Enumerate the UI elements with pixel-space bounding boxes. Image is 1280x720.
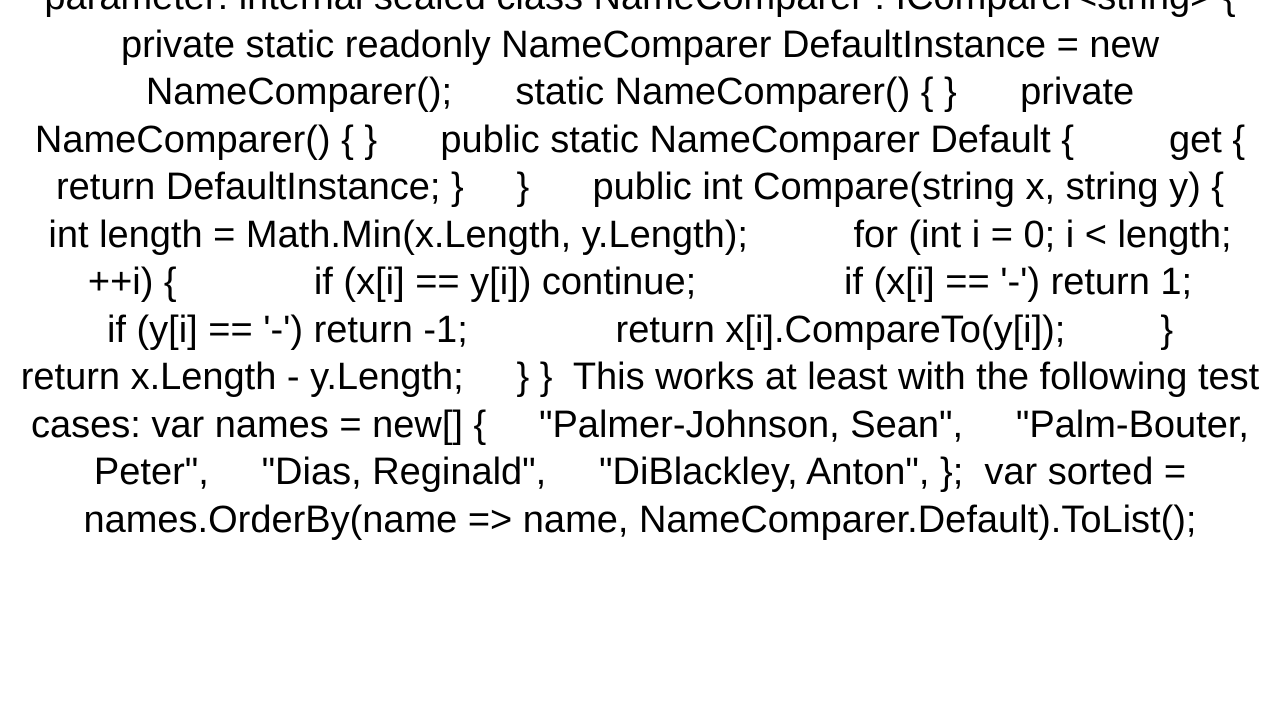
document-body-text: parameter: internal sealed class NameCom… xyxy=(0,0,1280,544)
